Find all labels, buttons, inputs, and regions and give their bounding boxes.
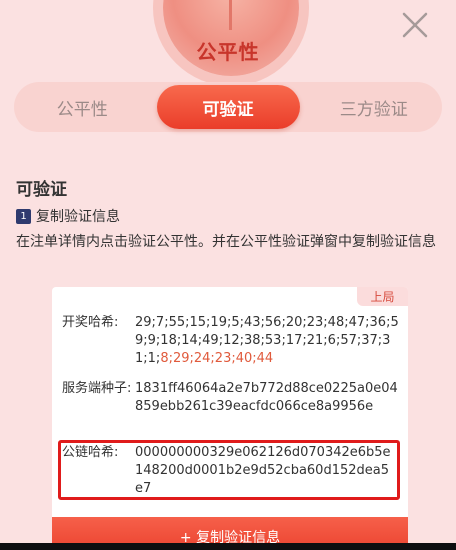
draw-hash-row: 开奖哈希: 29;7;55;15;19;5;43;56;20;23;48;47;… bbox=[62, 314, 402, 368]
server-seed-label: 服务端种子: bbox=[62, 381, 132, 396]
bottom-bar bbox=[0, 543, 456, 550]
chain-hash-value: 000000000329e062126d070342e6b5e148200d00… bbox=[135, 445, 391, 496]
page-title: 公平性 bbox=[196, 40, 260, 64]
draw-hash-value: 29;7;55;15;19;5;43;56;20;23;48;47;36;59;… bbox=[135, 314, 402, 368]
tab-verifiable[interactable]: 可验证 bbox=[156, 85, 300, 129]
step-label: 复制验证信息 bbox=[36, 209, 120, 225]
chain-hash-label: 公链哈希: bbox=[62, 445, 119, 460]
server-seed-value: 1831ff46064a2e7b772d88ce0225a0e04859ebb2… bbox=[135, 381, 398, 414]
step-description: 在注单详情内点击验证公平性。并在公平性验证弹窗中复制验证信息 bbox=[16, 234, 436, 250]
step-number-badge: 1 bbox=[16, 208, 31, 224]
chain-hash-row: 公链哈希: 000000000329e062126d070342e6b5e148… bbox=[62, 444, 393, 498]
previous-round-badge: 上局 bbox=[357, 287, 408, 306]
tab-third-party-verify[interactable]: 三方验证 bbox=[306, 85, 443, 129]
section-title: 可验证 bbox=[16, 180, 67, 200]
close-button[interactable] bbox=[400, 10, 430, 40]
draw-hash-value-highlight: 8;29;24;23;40;44 bbox=[160, 351, 274, 366]
verification-info-card: 上局 开奖哈希: 29;7;55;15;19;5;43;56;20;23;48;… bbox=[52, 287, 408, 550]
tab-fairness[interactable]: 公平性 bbox=[14, 85, 151, 129]
step-header: 1 复制验证信息 bbox=[16, 206, 120, 226]
close-icon bbox=[402, 12, 428, 38]
draw-hash-label: 开奖哈希: bbox=[62, 315, 119, 330]
illustration-divider bbox=[229, 0, 232, 30]
server-seed-row: 服务端种子: 1831ff46064a2e7b772d88ce0225a0e04… bbox=[62, 380, 402, 416]
tab-bar: 公平性 可验证 三方验证 bbox=[14, 82, 442, 132]
